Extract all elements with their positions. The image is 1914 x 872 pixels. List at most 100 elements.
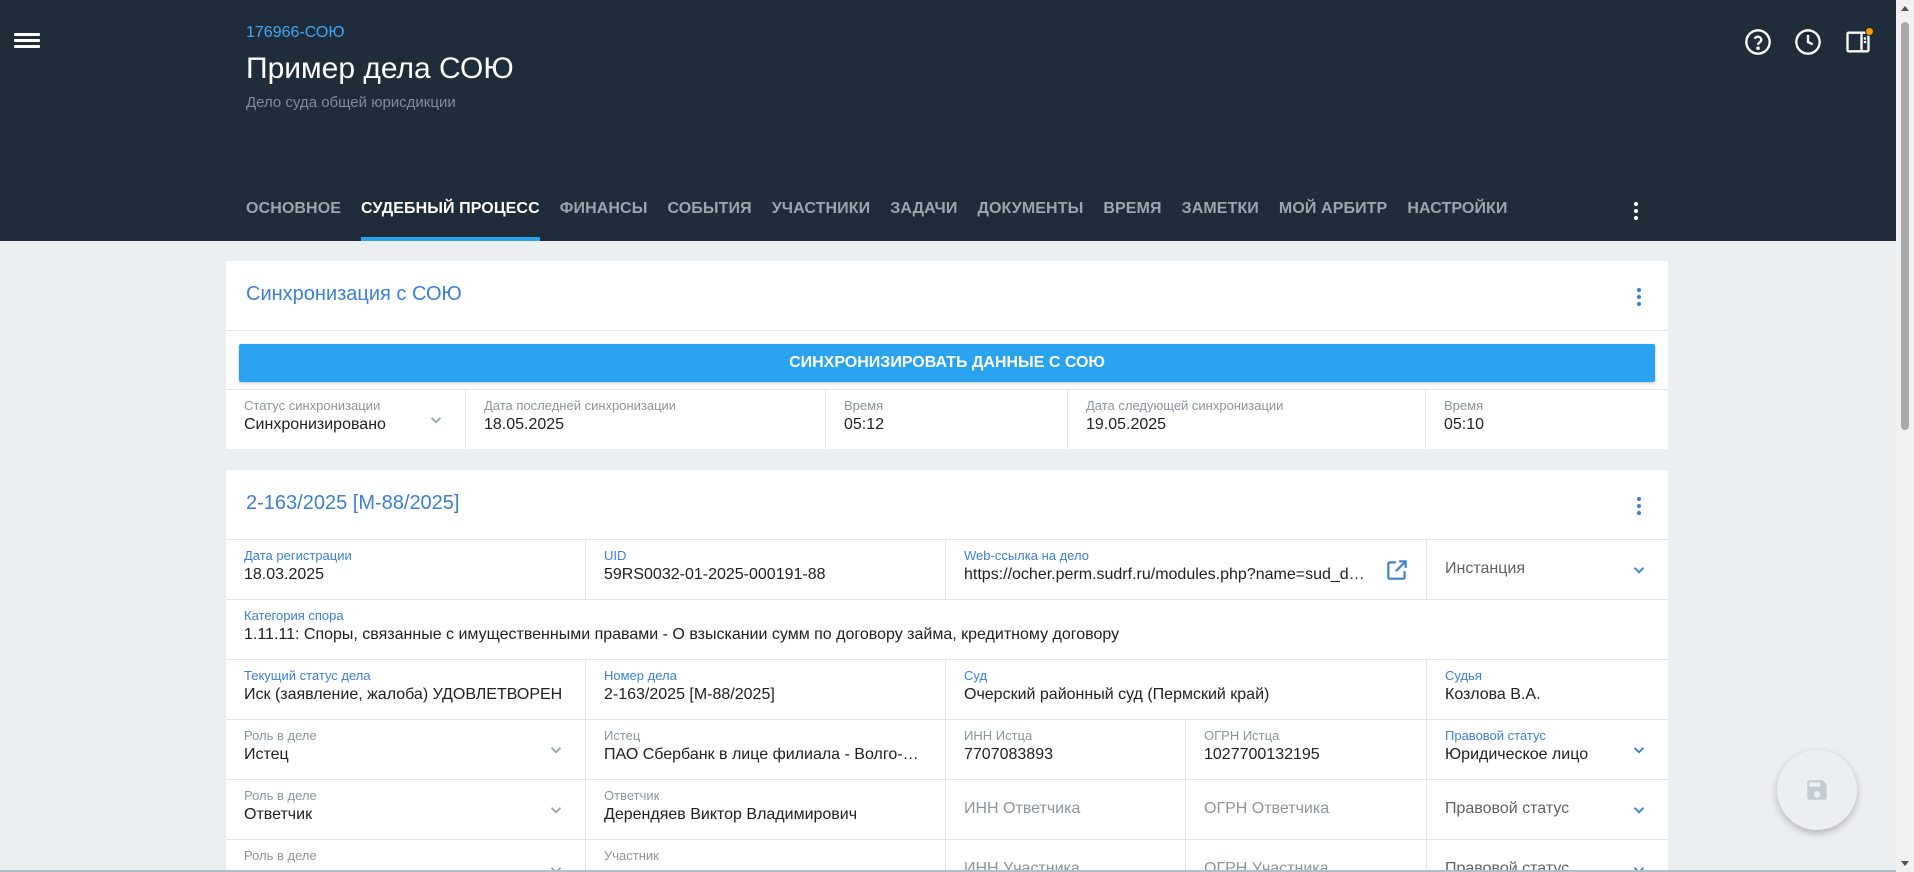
chevron-down-icon[interactable] [547, 801, 565, 819]
defendant-inn-field[interactable]: ИНН Ответчика [946, 780, 1186, 839]
plaintiff-inn-field[interactable]: ИНН Истца 7707083893 [946, 720, 1186, 779]
case-more-icon[interactable] [1634, 494, 1644, 518]
category-label: Категория спора [244, 608, 344, 623]
case-number-field[interactable]: Номер дела 2-163/2025 [М-88/2025] [586, 660, 946, 719]
side-panel-icon[interactable] [1842, 26, 1874, 58]
legal-status-value: Юридическое лицо [1445, 746, 1589, 763]
next-sync-date-value: 19.05.2025 [1086, 416, 1167, 433]
defendant-label: Ответчик [604, 788, 660, 803]
defendant-ogrn-field[interactable]: ОГРН Ответчика [1186, 780, 1427, 839]
scroll-up-arrow[interactable] [1901, 6, 1909, 11]
tab-tasks[interactable]: ЗАДАЧИ [890, 196, 957, 241]
role-select[interactable]: Роль в деле Истец [226, 720, 586, 779]
participant-field[interactable]: Участник [586, 840, 946, 872]
hamburger-menu-icon[interactable] [14, 30, 40, 52]
last-sync-time-label: Время [844, 398, 884, 413]
chevron-down-icon[interactable] [547, 741, 565, 759]
tabs-more-icon[interactable] [1626, 198, 1646, 224]
case-card-header: 2-163/2025 [М-88/2025] [226, 470, 1668, 540]
case-header: 176966-СОЮ Пример дела СОЮ Дело суда общ… [0, 0, 1896, 241]
chevron-down-icon[interactable] [427, 411, 445, 429]
plaintiff-field[interactable]: Истец ПАО Сбербанк в лице филиала - Волг… [586, 720, 946, 779]
plaintiff-label: Истец [604, 728, 641, 743]
participant-ogrn-field[interactable]: ОГРН Участника [1186, 840, 1427, 872]
chevron-down-icon[interactable] [1630, 561, 1648, 579]
case-row-registration: Дата регистрации 18.03.2025 UID 59RS0032… [226, 539, 1668, 599]
uid-value: 59RS0032-01-2025-000191-88 [604, 566, 826, 583]
role-select[interactable]: Роль в деле Ответчик [226, 780, 586, 839]
defendant-field[interactable]: Ответчик Дерендяев Виктор Владимирович [586, 780, 946, 839]
plaintiff-ogrn-field[interactable]: ОГРН Истца 1027700132195 [1186, 720, 1427, 779]
page-scrollbar[interactable] [1896, 0, 1914, 872]
tab-participants[interactable]: УЧАСТНИКИ [772, 196, 871, 241]
web-link-field[interactable]: Web-ссылка на дело https://ocher.perm.su… [946, 540, 1427, 599]
legal-status-select[interactable]: Правовой статус [1427, 780, 1668, 839]
legal-status-placeholder: Правовой статус [1445, 800, 1570, 817]
role-label: Роль в деле [244, 848, 317, 863]
web-link-value[interactable]: https://ocher.perm.sudrf.ru/modules.php?… [964, 566, 1368, 584]
last-sync-date-field[interactable]: Дата последней синхронизации 18.05.2025 [466, 390, 826, 449]
current-status-value: Иск (заявление, жалоба) УДОВЛЕТВОРЕН [244, 686, 563, 703]
tab-my-arbiter[interactable]: МОЙ АРБИТР [1279, 196, 1387, 241]
reg-date-label: Дата регистрации [244, 548, 352, 563]
sync-data-button[interactable]: СИНХРОНИЗИРОВАТЬ ДАННЫЕ С СОЮ [239, 344, 1655, 382]
plaintiff-inn-label: ИНН Истца [964, 728, 1033, 743]
category-field[interactable]: Категория спора 1.11.11: Споры, связанны… [226, 600, 1668, 659]
court-label: Суд [964, 668, 988, 683]
scroll-thumb[interactable] [1901, 22, 1909, 430]
tab-finance[interactable]: ФИНАНСЫ [560, 196, 648, 241]
chevron-down-icon[interactable] [1630, 741, 1648, 759]
help-icon[interactable] [1742, 26, 1774, 58]
sync-card: Синхронизация с СОЮ СИНХРОНИЗИРОВАТЬ ДАН… [226, 261, 1668, 449]
legal-status-select[interactable]: Правовой статус [1427, 840, 1668, 872]
role-label: Роль в деле [244, 728, 317, 743]
page-subtitle: Дело суда общей юрисдикции [246, 94, 456, 111]
case-id[interactable]: 176966-СОЮ [246, 24, 345, 42]
role-label: Роль в деле [244, 788, 317, 803]
tab-settings[interactable]: НАСТРОЙКИ [1407, 196, 1507, 241]
participant-label: Участник [604, 848, 659, 863]
sync-info-row: Статус синхронизации Синхронизировано Да… [226, 389, 1668, 449]
case-card: 2-163/2025 [М-88/2025] Дата регистрации … [226, 470, 1668, 872]
next-sync-time-label: Время [1444, 398, 1484, 413]
tab-events[interactable]: СОБЫТИЯ [667, 196, 751, 241]
reg-date-field[interactable]: Дата регистрации 18.03.2025 [226, 540, 586, 599]
next-sync-time-field[interactable]: Время 05:10 [1426, 390, 1668, 449]
sync-more-icon[interactable] [1634, 285, 1644, 309]
chevron-down-icon[interactable] [1630, 801, 1648, 819]
court-value: Очерский районный суд (Пермский край) [964, 686, 1270, 703]
participant-inn-field[interactable]: ИНН Участника [946, 840, 1186, 872]
role-value: Истец [244, 746, 289, 763]
next-sync-date-field[interactable]: Дата следующей синхронизации 19.05.2025 [1068, 390, 1426, 449]
open-external-link-icon[interactable] [1384, 557, 1410, 583]
tab-court-process[interactable]: СУДЕБНЫЙ ПРОЦЕСС [361, 196, 540, 241]
uid-field[interactable]: UID 59RS0032-01-2025-000191-88 [586, 540, 946, 599]
sync-status-value: Синхронизировано [244, 416, 386, 433]
tab-documents[interactable]: ДОКУМЕНТЫ [978, 196, 1084, 241]
plaintiff-ogrn-label: ОГРН Истца [1204, 728, 1280, 743]
scroll-down-arrow[interactable] [1901, 861, 1909, 866]
current-status-field[interactable]: Текущий статус дела Иск (заявление, жало… [226, 660, 586, 719]
sync-status-select[interactable]: Статус синхронизации Синхронизировано [226, 390, 466, 449]
category-value: 1.11.11: Споры, связанные с имущественны… [244, 626, 1120, 643]
instance-select[interactable]: Инстанция [1427, 540, 1668, 599]
tab-main[interactable]: ОСНОВНОЕ [246, 196, 341, 241]
last-sync-time-value: 05:12 [844, 416, 885, 433]
tab-notes[interactable]: ЗАМЕТКИ [1182, 196, 1259, 241]
case-number-value: 2-163/2025 [М-88/2025] [604, 686, 775, 703]
judge-label: Судья [1445, 668, 1482, 683]
last-sync-time-field[interactable]: Время 05:12 [826, 390, 1068, 449]
judge-field[interactable]: Судья Козлова В.А. [1427, 660, 1668, 719]
court-field[interactable]: Суд Очерский районный суд (Пермский край… [946, 660, 1427, 719]
last-sync-date-value: 18.05.2025 [484, 416, 565, 433]
sync-card-title: Синхронизация с СОЮ [246, 283, 462, 305]
history-clock-icon[interactable] [1792, 26, 1824, 58]
save-fab-button[interactable] [1777, 750, 1857, 830]
tab-time[interactable]: ВРЕМЯ [1103, 196, 1161, 241]
legal-status-label: Правовой статус [1445, 728, 1546, 743]
legal-status-select[interactable]: Правовой статус Юридическое лицо [1427, 720, 1668, 779]
judge-value: Козлова В.А. [1445, 686, 1541, 703]
web-link-label: Web-ссылка на дело [964, 548, 1089, 563]
defendant-ogrn-placeholder: ОГРН Ответчика [1204, 800, 1330, 817]
role-select[interactable]: Роль в деле [226, 840, 586, 872]
